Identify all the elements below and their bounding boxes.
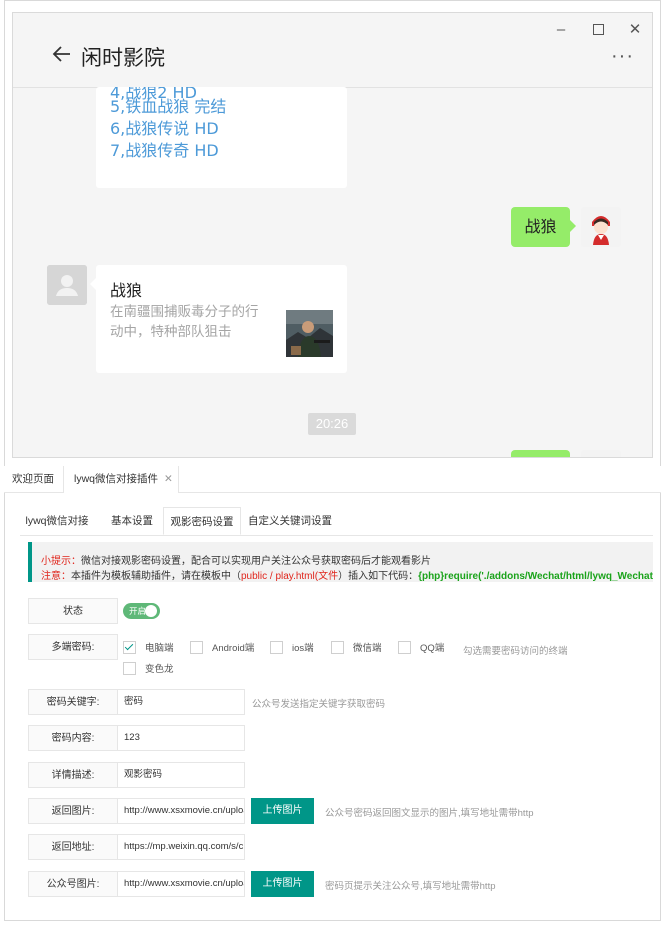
qr-image-hint: 密码页提示关注公众号,填写地址需带http (325, 881, 496, 892)
list-line[interactable]: 5,铁血战狼 完结 (110, 93, 226, 117)
notice-text: 本插件为模板辅助插件，请在模板中（ (71, 571, 241, 582)
checkbox-icon (398, 641, 411, 654)
return-image-label: 返回图片: (28, 798, 118, 824)
multi-device-hint: 勾选需要密码访问的终端 (463, 646, 568, 657)
tab-password-settings[interactable]: 观影密码设置 (163, 507, 241, 535)
notice-prefix: 注意： (41, 571, 71, 582)
content-input[interactable]: 123 (117, 725, 245, 751)
sent-message-bubble[interactable]: 战狼 (511, 207, 576, 247)
checkbox-label: ios端 (292, 643, 314, 654)
detail-label: 详情描述: (28, 762, 118, 788)
girl-avatar-icon (581, 207, 621, 247)
more-options-icon[interactable]: ··· (611, 46, 634, 66)
article-card-message[interactable]: 战狼 在南疆围捕贩毒分子的行动中，特种部队狙击 (90, 265, 347, 373)
checkbox-icon (190, 641, 203, 654)
multi-device-label: 多端密码: (28, 634, 118, 660)
close-button[interactable]: ✕ (623, 21, 647, 39)
return-image-input[interactable]: http://www.xsxmovie.cn/uploa (117, 798, 245, 824)
tab-welcome[interactable]: 欢迎页面 (12, 466, 62, 492)
keyword-input[interactable]: 密码 (117, 689, 245, 715)
notice-line-1: 小提示：微信对接观影密码设置，配合可以实现用户关注公众号获取密码后才能观看影片 (41, 552, 431, 567)
checkbox-wechat[interactable]: 微信端 (331, 641, 382, 655)
notice-line-2: 注意：本插件为模板辅助插件，请在模板中（public / play.html(文… (41, 567, 653, 582)
maximize-button[interactable] (586, 21, 610, 40)
checkbox-checked-icon (123, 641, 136, 654)
settings-tabs: lywq微信对接 基本设置 观影密码设置 自定义关键词设置 (20, 507, 653, 536)
notice-box: 小提示：微信对接观影密码设置，配合可以实现用户关注公众号获取密码后才能观看影片 … (28, 542, 653, 582)
tab-custom-keywords[interactable]: 自定义关键词设置 (243, 507, 337, 535)
checkbox-label: 电脑端 (145, 643, 174, 654)
return-url-input[interactable]: https://mp.weixin.qq.com/s/cl (117, 834, 245, 860)
upload-return-image-button[interactable]: 上传图片 (251, 798, 314, 824)
switch-knob (145, 605, 157, 617)
user-avatar[interactable] (581, 450, 621, 457)
checkbox-chameleon[interactable]: 变色龙 (123, 662, 174, 676)
article-title: 战狼 (110, 281, 143, 300)
message-timestamp: 20:26 (308, 413, 356, 435)
checkbox-qq[interactable]: QQ端 (398, 641, 444, 655)
qr-image-label: 公众号图片: (28, 871, 118, 897)
switch-text: 开启 (129, 606, 147, 616)
keyword-hint: 公众号发送指定关键字获取密码 (252, 699, 386, 710)
close-tab-icon[interactable]: ✕ (164, 473, 173, 485)
tab-lywq-wechat[interactable]: lywq微信对接 (22, 507, 92, 535)
status-switch[interactable]: 开启 (123, 603, 160, 619)
checkbox-label: 微信端 (353, 643, 382, 654)
tab-basic-settings[interactable]: 基本设置 (102, 507, 162, 535)
article-description: 在南疆围捕贩毒分子的行动中，特种部队狙击 (110, 304, 259, 340)
detail-input[interactable]: 观影密码 (117, 762, 245, 788)
tab-wechat-plugin[interactable]: lywq微信对接插件 ✕ (63, 466, 179, 493)
page-tabs: 欢迎页面 lywq微信对接插件 ✕ (4, 466, 661, 493)
checkbox-label: Android端 (212, 643, 255, 654)
return-image-hint: 公众号密码返回图文显示的图片,填写地址需带http (325, 808, 534, 819)
sent-message-bubble-partial[interactable] (511, 450, 570, 457)
checkbox-ios[interactable]: ios端 (270, 641, 314, 655)
movie-list-message: 4,战狼2 HD 5,铁血战狼 完结 6,战狼传说 HD 7,战狼传奇 HD (96, 87, 347, 188)
content-label: 密码内容: (28, 725, 118, 751)
wechat-window: – ✕ 闲时影院 ··· 4,战狼2 HD 5,铁血战狼 完结 6,战狼传说 H… (12, 12, 653, 458)
qr-image-input[interactable]: http://www.xsxmovie.cn/uploa (117, 871, 245, 897)
checkbox-android[interactable]: Android端 (190, 641, 254, 655)
notice-prefix: 小提示： (41, 556, 81, 567)
default-user-icon (47, 265, 87, 305)
tab-label: lywq微信对接插件 (74, 473, 159, 485)
checkbox-pc[interactable]: 电脑端 (123, 641, 174, 655)
checkbox-icon (123, 662, 136, 675)
girl-avatar-icon (581, 450, 621, 457)
list-line[interactable]: 6,战狼传说 HD (110, 115, 219, 139)
status-label: 状态 (28, 598, 118, 624)
checkbox-icon (270, 641, 283, 654)
keyword-label: 密码关键字: (28, 689, 118, 715)
notice-code[interactable]: {php}require('./addons/Wechat/html/lywq_… (418, 571, 653, 582)
movie-poster-icon (286, 310, 333, 357)
notice-text: 微信对接观影密码设置，配合可以实现用户关注公众号获取密码后才能观看影片 (81, 556, 431, 567)
user-avatar[interactable] (581, 207, 621, 247)
checkbox-icon (331, 641, 344, 654)
checkbox-label: QQ端 (420, 643, 445, 654)
notice-text: ）插入如下代码： (338, 571, 419, 582)
minimize-button[interactable]: – (549, 21, 573, 39)
list-line[interactable]: 7,战狼传奇 HD (110, 137, 219, 161)
official-account-avatar[interactable] (47, 265, 87, 305)
back-arrow-icon[interactable] (51, 43, 73, 65)
upload-qr-image-button[interactable]: 上传图片 (251, 871, 314, 897)
notice-file: public / play.html(文件 (241, 571, 339, 582)
chat-title: 闲时影院 (81, 46, 165, 70)
return-url-label: 返回地址: (28, 834, 118, 860)
article-thumbnail (286, 310, 333, 357)
maximize-icon (592, 24, 604, 35)
checkbox-label: 变色龙 (145, 664, 174, 675)
